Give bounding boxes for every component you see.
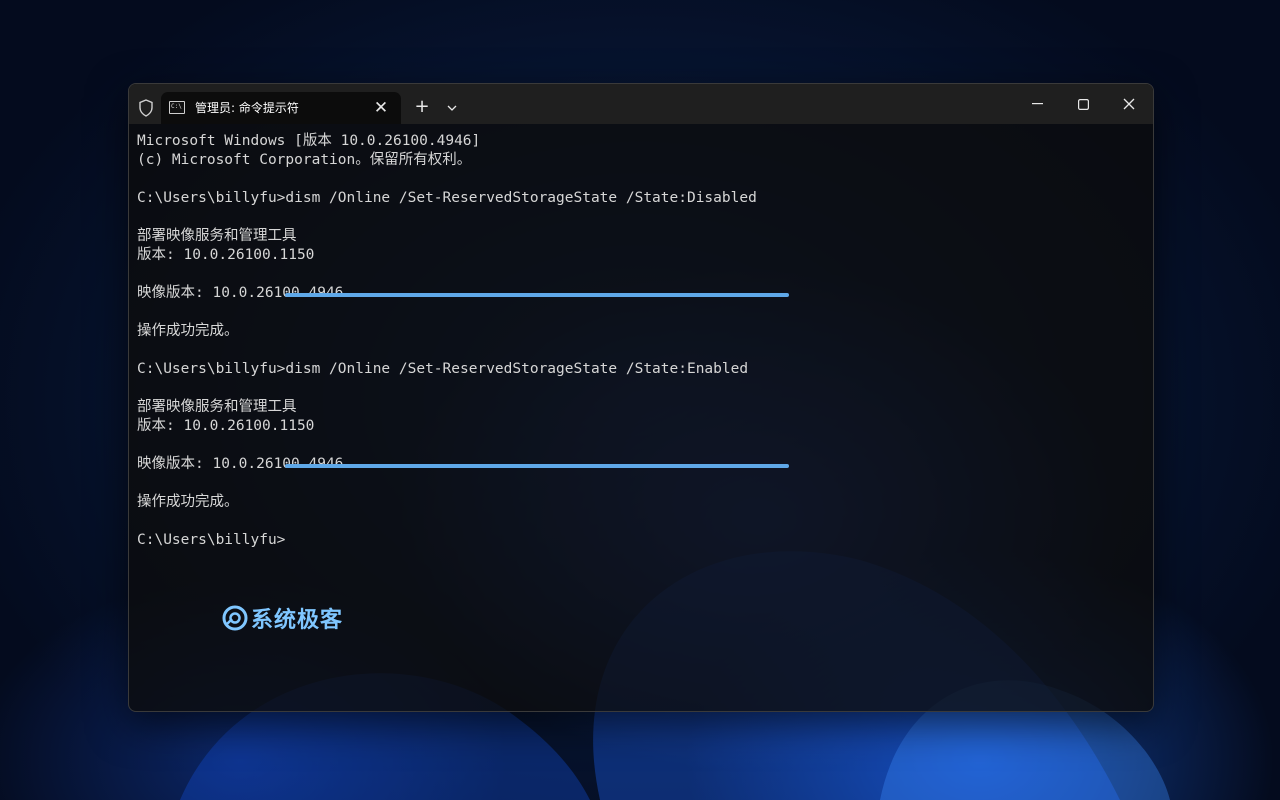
console-line: 部署映像服务和管理工具 [137,399,297,415]
tab-close-icon[interactable]: ✕ [371,92,391,124]
maximize-icon [1077,98,1089,110]
console-line: 操作成功完成。 [137,323,239,339]
maximize-button[interactable] [1060,84,1106,124]
console-line: 操作成功完成。 [137,494,239,510]
minimize-icon [1031,103,1043,105]
console-line: 版本: 10.0.26100.1150 [137,247,315,263]
new-tab-button[interactable]: + [412,94,432,120]
console-command-line: C:\Users\billyfu>dism /Online /Set-Reser… [137,190,757,206]
tab-command-prompt[interactable]: 管理员: 命令提示符 ✕ [161,92,401,124]
terminal-window: 管理员: 命令提示符 ✕ + Microsoft Windows [版本 10.… [128,83,1154,712]
command-highlight-underline [285,464,789,468]
watermark: 系统极客 [221,603,343,633]
console-prompt: C:\Users\billyfu> [137,532,286,548]
console-line: 部署映像服务和管理工具 [137,228,297,244]
tab-title: 管理员: 命令提示符 [195,101,299,115]
console-line: (c) Microsoft Corporation。保留所有权利。 [137,152,472,168]
minimize-button[interactable] [1014,84,1060,124]
close-window-button[interactable] [1106,84,1152,124]
chevron-down-icon [447,105,457,111]
console-line: 版本: 10.0.26100.1150 [137,418,315,434]
console-command-line: C:\Users\billyfu>dism /Online /Set-Reser… [137,361,749,377]
command-highlight-underline [285,293,789,297]
shield-icon [139,99,153,117]
console-line: Microsoft Windows [版本 10.0.26100.4946] [137,133,481,149]
title-bar: 管理员: 命令提示符 ✕ + [129,84,1153,124]
watermark-logo-icon [222,605,248,631]
watermark-text: 系统极客 [251,608,344,633]
close-icon [1123,98,1135,110]
command-prompt-icon [169,101,185,114]
tab-dropdown-button[interactable] [442,94,462,120]
